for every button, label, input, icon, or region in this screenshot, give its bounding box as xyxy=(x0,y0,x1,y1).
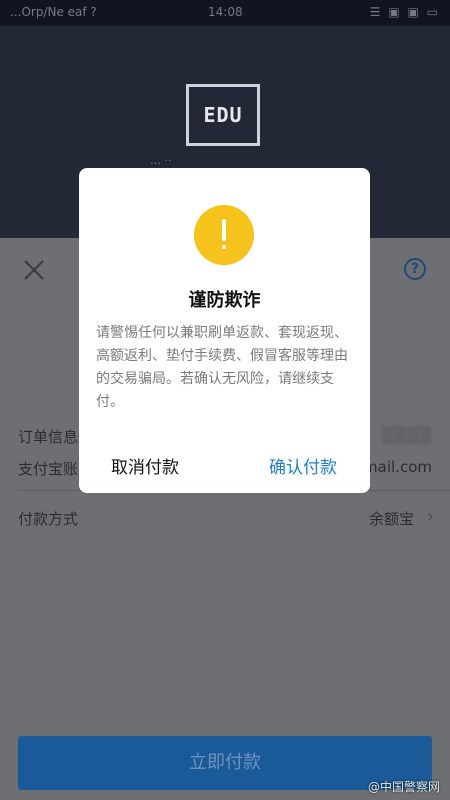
warning-icon-bar xyxy=(222,219,226,241)
logo-text: EDU xyxy=(203,103,243,127)
fraud-warning-dialog: 谨防欺诈 请警惕任何以兼职刷单返款、套现返现、高额返利、垫付手续费、假冒客服等理… xyxy=(79,168,370,493)
merchant-name: … ·· xyxy=(150,154,172,167)
payment-method-row[interactable]: 付款方式 余额宝 › xyxy=(0,502,450,534)
alipay-account-value: mail.com xyxy=(363,458,432,476)
payment-method-value: 余额宝 xyxy=(368,510,414,528)
help-icon[interactable]: ? xyxy=(404,258,426,280)
dialog-title: 谨防欺诈 xyxy=(188,290,261,311)
merchant-logo: EDU xyxy=(186,84,260,146)
payment-method-label: 付款方式 xyxy=(18,510,79,528)
dialog-message: 请警惕任何以兼职刷单返款、套现返现、高额返利、垫付手续费、假冒客服等理由的交易骗… xyxy=(96,325,348,410)
order-info-label: 订单信息 xyxy=(18,428,79,446)
status-bar: ...Orp/Ne eaf ? 14:08 ☰ ▣ ▣ ▭ xyxy=(0,0,450,26)
warning-icon-dot xyxy=(222,245,226,249)
confirm-payment-button[interactable]: 确认付款 xyxy=(269,453,337,478)
status-time: 14:08 xyxy=(208,5,243,19)
warning-icon xyxy=(194,205,254,265)
cancel-payment-button[interactable]: 取消付款 xyxy=(111,453,179,478)
dialog-actions: 取消付款 确认付款 xyxy=(79,451,370,481)
watermark: @中国警察网 xyxy=(367,780,440,794)
carrier-text: ...Orp/Ne eaf ? xyxy=(10,5,97,19)
order-info-value: ▒▒▒▒ xyxy=(381,426,432,444)
status-icons: ☰ ▣ ▣ ▭ xyxy=(369,5,440,19)
close-icon[interactable] xyxy=(22,258,46,282)
alipay-account-label: 支付宝账 xyxy=(18,460,79,478)
chevron-right-icon: › xyxy=(426,506,434,527)
